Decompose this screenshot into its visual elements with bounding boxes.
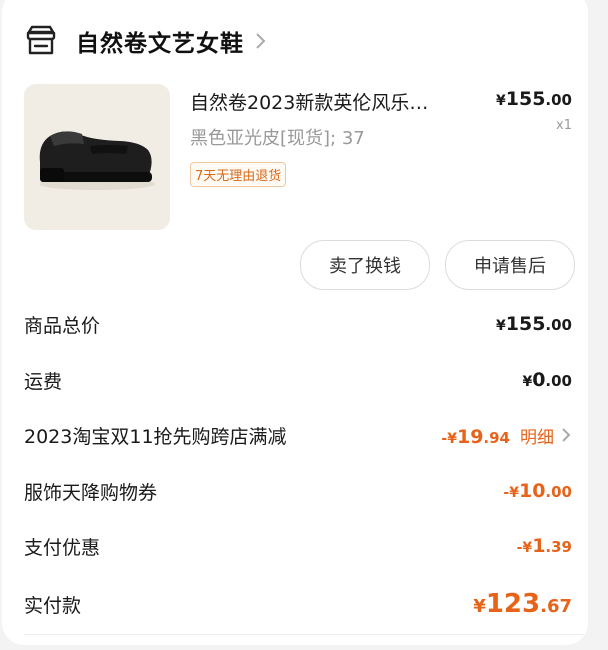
total-value: ¥155.00 <box>496 313 572 335</box>
coupon-label: 服饰天降购物券 <box>24 481 158 504</box>
total-label: 商品总价 <box>24 314 101 337</box>
product-thumbnail[interactable] <box>24 84 170 230</box>
product-spec: 黑色亚光皮[现货]; 37 <box>190 128 365 149</box>
summary-row-coupon: 服饰天降购物券 -¥ 10.00 <box>24 476 572 506</box>
return-policy-badge: 7天无理由退货 <box>190 162 287 187</box>
summary-row-pay-discount: 支付优惠 -¥ 1.39 <box>24 531 572 561</box>
product-quantity: x1 <box>556 118 572 133</box>
product-price: ¥155.00 <box>496 88 572 110</box>
sell-button[interactable]: 卖了换钱 <box>300 240 430 290</box>
summary-row-paid: 实付款 ¥123.67 <box>24 586 572 622</box>
pay-discount-label: 支付优惠 <box>24 536 101 559</box>
shipping-value: ¥0.00 <box>522 369 572 391</box>
product-title[interactable]: 自然卷2023新款英伦风乐… <box>190 88 470 115</box>
coupon-value: -¥ 10.00 <box>503 480 572 502</box>
promo-detail-link[interactable]: 明细 <box>520 423 554 448</box>
paid-label: 实付款 <box>24 594 82 617</box>
promo-value[interactable]: -¥ 19.94 明细 <box>441 423 572 448</box>
summary-row-shipping: 运费 ¥0.00 <box>24 365 572 395</box>
promo-label: 2023淘宝双11抢先购跨店满减 <box>24 425 287 448</box>
shop-header[interactable]: 自然卷文艺女鞋 <box>24 22 268 60</box>
chevron-right-icon[interactable] <box>560 426 572 444</box>
paid-value: ¥123.67 <box>473 589 572 619</box>
store-icon <box>24 24 58 58</box>
shop-name[interactable]: 自然卷文艺女鞋 <box>76 24 244 58</box>
after-sale-button[interactable]: 申请售后 <box>445 240 575 290</box>
pay-discount-value: -¥ 1.39 <box>516 535 572 557</box>
bottom-divider <box>24 634 584 635</box>
summary-row-promo[interactable]: 2023淘宝双11抢先购跨店满减 -¥ 19.94 明细 <box>24 420 572 450</box>
chevron-right-icon[interactable] <box>254 31 268 51</box>
summary-row-total: 商品总价 ¥155.00 <box>24 309 572 339</box>
loafer-shoe-image <box>39 131 155 190</box>
shipping-label: 运费 <box>24 370 63 393</box>
